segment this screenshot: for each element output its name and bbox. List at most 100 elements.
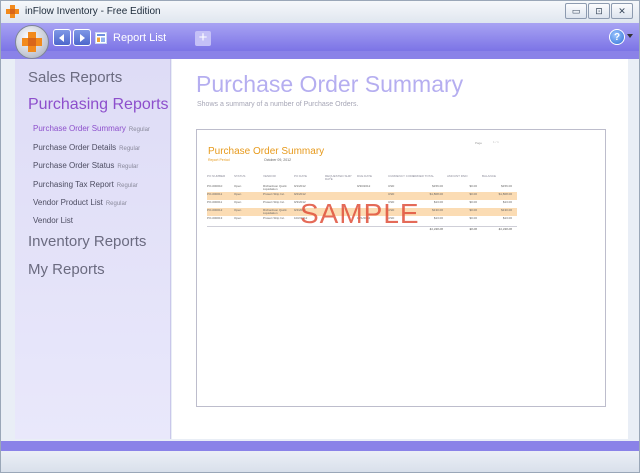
forward-button[interactable] — [73, 29, 91, 46]
sidebar-item-purchase-order-summary[interactable]: Purchase Order Summary Regular — [33, 124, 150, 133]
sidebar-item-vendor-list[interactable]: Vendor List — [33, 216, 73, 225]
sidebar-item-label: Purchase Order Summary — [33, 124, 126, 133]
window-controls: ▭ ⊡ ✕ — [565, 3, 633, 19]
table-cell: $0.00 — [469, 200, 477, 204]
table-cell: Open — [234, 200, 242, 204]
sidebar-item-purchase-order-status[interactable]: Purchase Order Status Regular — [33, 161, 138, 170]
table-cell: USD — [388, 184, 395, 188]
table-cell: $156.00 — [432, 184, 443, 188]
sidebar-item-label: Vendor List — [33, 216, 74, 225]
report-page-label: Page — [475, 141, 483, 145]
column-header: PO DATE — [294, 174, 307, 178]
table-cell: PO-000013 — [207, 216, 223, 220]
sidebar-section-inventory-reports[interactable]: Inventory Reports — [28, 233, 146, 250]
regular-badge: Regular — [128, 127, 150, 133]
table-row: PO-000010 Open Richardson Quick Liquidatio… — [207, 184, 517, 192]
title-bar: inFlow Inventory - Free Edition ▭ ⊡ ✕ — [1, 1, 639, 23]
arrow-right-icon — [80, 33, 85, 42]
new-tab-button[interactable]: + — [195, 30, 211, 46]
table-cell: $1,808.00 — [498, 192, 512, 196]
regular-badge: Regular — [119, 146, 141, 152]
table-cell: $1,808.00 — [429, 192, 443, 196]
report-preview[interactable]: Purchase Order Summary Report Period Oct… — [196, 129, 606, 407]
sidebar-item-label: Purchase Order Status — [33, 161, 115, 170]
sidebar-item-purchase-order-details[interactable]: Purchase Order Details Regular — [33, 143, 140, 152]
column-header: AMOUNT PAID — [447, 174, 468, 178]
table-cell: $156.00 — [501, 184, 512, 188]
report-table-header: PO NUMBER STATUS VENDOR PO DATE REQUESTE… — [207, 174, 517, 184]
sidebar-section-sales-reports[interactable]: Sales Reports — [28, 69, 122, 86]
table-cell: Richardson Quick Liquidation — [263, 208, 287, 216]
minimize-button[interactable]: ▭ — [565, 3, 587, 19]
close-button[interactable]: ✕ — [611, 3, 633, 19]
table-cell: Richardson Quick Liquidation — [263, 184, 287, 192]
table-cell: PO-000012 — [207, 208, 223, 212]
sidebar-item-purchasing-tax-report[interactable]: Purchasing Tax Report Regular — [33, 180, 138, 189]
table-cell: $13.00 — [502, 200, 512, 204]
report-page-nav: 1 / 1 — [493, 140, 499, 144]
page-subtitle: Shows a summary of a number of Purchase … — [197, 101, 359, 108]
page-title: Purchase Order Summary — [196, 71, 464, 97]
help-button[interactable]: ? — [609, 29, 625, 45]
column-header: STATUS — [234, 174, 246, 178]
maximize-button[interactable]: ⊡ — [588, 3, 610, 19]
regular-badge: Regular — [116, 183, 138, 189]
table-cell: Open — [234, 216, 242, 220]
column-header: REQUESTED SHIP DATE — [325, 174, 352, 182]
column-header: VENDOR — [263, 174, 276, 178]
table-cell: Open — [234, 208, 242, 212]
table-cell: 9/30/2012 — [357, 184, 371, 188]
sidebar-section-purchasing-reports[interactable]: Purchasing Reports — [28, 96, 169, 114]
report-title: Purchase Order Summary — [208, 146, 325, 157]
report-sidebar: Sales Reports Purchasing Reports Purchas… — [15, 59, 171, 439]
table-cell: Protect Ship Inc. — [263, 200, 286, 204]
column-header: CURRENCY CODE — [388, 174, 415, 178]
column-header: BALANCE — [482, 174, 497, 178]
table-cell: PO-000011 — [207, 192, 223, 196]
table-cell: Open — [234, 184, 242, 188]
sidebar-item-label: Purchase Order Details — [33, 143, 117, 152]
table-cell: $0.00 — [469, 208, 477, 212]
tab-report-list[interactable]: Report List — [95, 28, 187, 48]
table-cell: $130.00 — [501, 208, 512, 212]
table-cell: Protect Ship Inc. — [263, 192, 286, 196]
back-button[interactable] — [53, 29, 71, 46]
table-cell: $0.00 — [469, 192, 477, 196]
table-cell: 9/1/2012 — [294, 184, 306, 188]
inflow-logo-icon — [6, 5, 19, 18]
report-icon — [95, 32, 107, 44]
arrow-left-icon — [59, 33, 64, 42]
total-cell: $1,330.00 — [498, 227, 512, 231]
sidebar-section-my-reports[interactable]: My Reports — [28, 261, 105, 278]
table-cell: $0.00 — [469, 216, 477, 220]
table-cell: $0.00 — [469, 184, 477, 188]
regular-badge: Regular — [105, 201, 127, 207]
report-period-label: Report Period — [208, 158, 230, 162]
footer-band — [1, 441, 639, 451]
status-bar — [1, 451, 639, 472]
column-header: ORDER TOTAL — [413, 174, 435, 178]
sidebar-item-label: Vendor Product List — [33, 198, 103, 207]
report-detail-pane: Purchase Order Summary Shows a summary o… — [172, 59, 628, 439]
regular-badge: Regular — [117, 164, 139, 170]
table-cell: $13.00 — [502, 216, 512, 220]
app-menu-button[interactable] — [15, 25, 49, 59]
column-header: DUE DATE — [357, 174, 372, 178]
table-cell: Open — [234, 192, 242, 196]
sidebar-item-label: Purchasing Tax Report — [33, 180, 114, 189]
sample-watermark: SAMPLE — [300, 198, 420, 229]
window-title: inFlow Inventory - Free Edition — [25, 6, 161, 17]
table-cell: 9/2/2012 — [294, 192, 306, 196]
header-band — [1, 51, 639, 59]
table-cell: PO-000011 — [207, 200, 223, 204]
total-cell: $0.00 — [469, 227, 477, 231]
table-cell: Protect Ship Inc. — [263, 216, 286, 220]
report-period-value: October 09, 2012 — [264, 158, 292, 162]
table-cell: USD — [388, 192, 395, 196]
tab-label: Report List — [113, 32, 167, 44]
chevron-down-icon[interactable] — [627, 34, 633, 38]
table-cell: PO-000010 — [207, 184, 223, 188]
app-window: inFlow Inventory - Free Edition ▭ ⊡ ✕ Re… — [0, 0, 640, 473]
inflow-logo-icon — [22, 32, 42, 52]
sidebar-item-vendor-product-list[interactable]: Vendor Product List Regular — [33, 198, 127, 207]
